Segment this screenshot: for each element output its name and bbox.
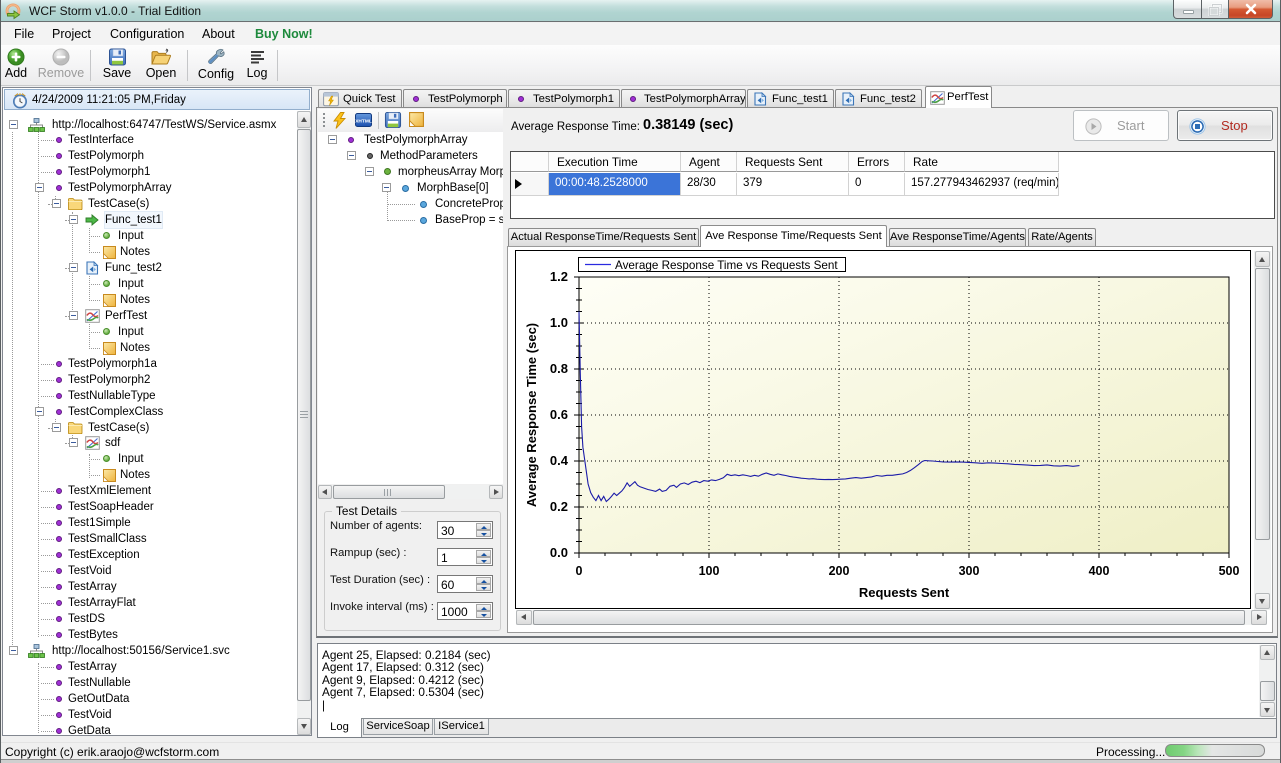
svg-text:0: 0	[576, 564, 583, 578]
svg-text:Requests Sent: Requests Sent	[859, 585, 950, 600]
svg-text:100: 100	[699, 564, 720, 578]
svg-text:500: 500	[1219, 564, 1240, 578]
svg-text:400: 400	[1089, 564, 1110, 578]
svg-text:0.8: 0.8	[550, 361, 568, 376]
svg-text:Average Response Time (sec): Average Response Time (sec)	[524, 323, 539, 507]
svg-text:200: 200	[829, 564, 850, 578]
svg-text:Average Response Time vs Reque: Average Response Time vs Requests Sent	[615, 259, 838, 272]
svg-text:300: 300	[959, 564, 980, 578]
svg-text:0.6: 0.6	[550, 407, 568, 422]
svg-text:0.2: 0.2	[550, 499, 568, 514]
svg-text:0.0: 0.0	[550, 545, 568, 560]
svg-text:1.2: 1.2	[550, 269, 568, 284]
svg-text:XHTML: XHTML	[355, 118, 372, 124]
svg-text:0.4: 0.4	[550, 453, 569, 468]
svg-text:1.0: 1.0	[550, 315, 568, 330]
